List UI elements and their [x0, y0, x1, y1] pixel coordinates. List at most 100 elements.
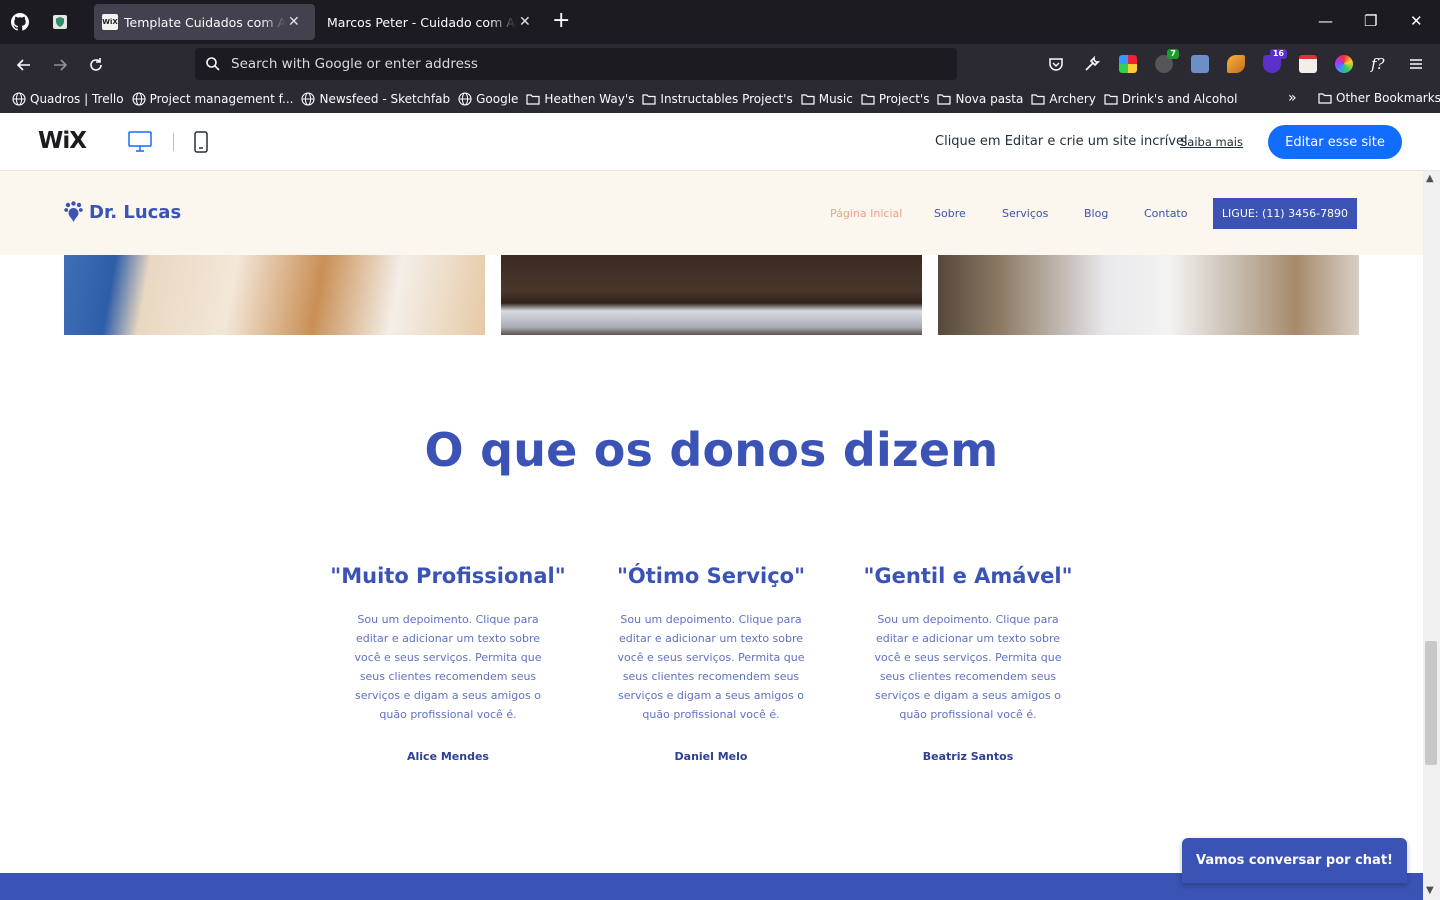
testimonial-card: "Gentil e Amável" Sou um depoimento. Cli…: [838, 564, 1098, 763]
tab-bar: WiX Template Cuidados com Anima ✕ Marcos…: [0, 0, 1440, 44]
forward-arrow-icon[interactable]: [47, 52, 73, 78]
scrollbar[interactable]: [1423, 171, 1440, 900]
color-wheel-icon[interactable]: [1335, 55, 1353, 73]
folder-icon: [1104, 94, 1118, 105]
wix-cta-text: Clique em Editar e crie um site incrível: [935, 134, 1188, 149]
folder-icon: [1318, 93, 1332, 104]
menu-item-about[interactable]: Sobre: [934, 207, 966, 220]
testimonial-quote: "Gentil e Amável": [863, 564, 1073, 588]
close-window-icon[interactable]: ✕: [1410, 12, 1423, 30]
bookmark-item[interactable]: Google: [458, 92, 518, 106]
site-brand[interactable]: Dr. Lucas: [64, 201, 181, 223]
bookmark-label: Heathen Way's: [544, 92, 635, 106]
testimonial-body: Sou um depoimento. Clique para editar e …: [617, 613, 805, 721]
bookmark-item[interactable]: Archery: [1031, 92, 1096, 106]
wrench-icon[interactable]: [1083, 55, 1101, 73]
testimonial-body: Sou um depoimento. Clique para editar e …: [874, 613, 1062, 721]
pet-bed-photo: [501, 255, 922, 335]
shield-extension-icon[interactable]: 16: [1263, 49, 1287, 73]
other-bookmarks-label: Other Bookmarks: [1336, 91, 1440, 105]
edit-site-button[interactable]: Editar esse site: [1268, 125, 1402, 159]
screenshot-extension-icon[interactable]: [1191, 55, 1209, 73]
bookmark-item[interactable]: Quadros | Trello: [12, 92, 124, 106]
bookmark-label: Newsfeed - Sketchfab: [319, 92, 451, 106]
back-arrow-icon[interactable]: [11, 52, 37, 78]
function-icon[interactable]: f?: [1371, 55, 1389, 73]
bookmark-item[interactable]: Nova pasta: [937, 92, 1023, 106]
bookmark-item[interactable]: Project's: [861, 92, 930, 106]
menu-item-services[interactable]: Serviços: [1002, 207, 1048, 220]
testimonials-heading: O que os donos dizem: [424, 423, 999, 477]
testimonial-author: Beatriz Santos: [922, 750, 1014, 763]
folder-icon: [937, 94, 952, 105]
address-bar[interactable]: Search with Google or enter address: [195, 48, 957, 80]
tab-title: Template Cuidados com Anima: [124, 14, 286, 30]
testimonial-author: Alice Mendes: [407, 750, 489, 763]
tab-title: Marcos Peter - Cuidado com Anima: [327, 14, 517, 30]
testimonial-author: Daniel Melo: [674, 750, 748, 763]
menu-item-home[interactable]: Página Inicial: [830, 207, 902, 220]
search-icon: [206, 57, 220, 71]
bookmark-item[interactable]: Newsfeed - Sketchfab: [301, 92, 450, 106]
bookmark-item[interactable]: Music: [801, 92, 853, 106]
testimonial-body: Sou um depoimento. Clique para editar e …: [354, 613, 542, 721]
menu-item-blog[interactable]: Blog: [1084, 207, 1108, 220]
close-tab-icon[interactable]: ✕: [288, 14, 300, 30]
nav-toolbar: Search with Google or enter address 7 16…: [0, 44, 1440, 85]
testimonial-card: "Ótimo Serviço" Sou um depoimento. Cliqu…: [581, 564, 841, 763]
call-button[interactable]: LIGUE: (11) 3456-7890: [1213, 198, 1357, 229]
color-extension-icon[interactable]: [1119, 55, 1137, 73]
bookmark-item[interactable]: Drink's and Alcohol: [1104, 92, 1238, 106]
folder-icon: [526, 94, 541, 105]
scroll-down-arrow-icon[interactable]: ▼: [1426, 885, 1434, 896]
scrollbar-thumb[interactable]: [1425, 641, 1437, 765]
folder-icon: [1031, 94, 1045, 105]
new-tab-icon[interactable]: +: [552, 10, 570, 32]
chat-button[interactable]: Vamos conversar por chat!: [1182, 838, 1407, 883]
bookmark-label: Project's: [878, 92, 930, 106]
tab-active[interactable]: WiX Template Cuidados com Anima ✕: [94, 4, 315, 40]
globe-icon: [458, 92, 472, 106]
wix-favicon-icon: WiX: [102, 14, 118, 30]
tab-inactive[interactable]: Marcos Peter - Cuidado com Anima ✕: [319, 4, 540, 40]
scroll-up-arrow-icon[interactable]: ▲: [1426, 173, 1434, 184]
other-bookmarks[interactable]: Other Bookmarks: [1318, 91, 1440, 105]
close-tab-icon[interactable]: ✕: [519, 14, 531, 30]
bookmark-label: Drink's and Alcohol: [1121, 92, 1238, 106]
view-divider: [173, 133, 174, 151]
bookmark-label: Quadros | Trello: [30, 92, 124, 106]
desktop-view-icon[interactable]: [128, 131, 152, 157]
folder-icon: [642, 94, 657, 105]
dog-photo: [64, 255, 485, 335]
cat-vet-photo: [938, 255, 1359, 335]
menu-item-contact[interactable]: Contato: [1144, 207, 1187, 220]
hamburger-menu-icon[interactable]: [1407, 55, 1425, 73]
pocket-icon[interactable]: [1047, 55, 1065, 73]
mobile-view-icon[interactable]: [194, 131, 208, 157]
bookmark-label: Music: [818, 92, 853, 106]
restore-icon[interactable]: ❐: [1364, 12, 1377, 30]
bookmark-item[interactable]: Heathen Way's: [526, 92, 634, 106]
wix-logo[interactable]: WiX: [38, 128, 87, 154]
shield-pinned-tab-icon[interactable]: [50, 12, 70, 32]
folder-icon: [801, 94, 815, 105]
learn-more-link[interactable]: Saiba mais: [1180, 135, 1243, 149]
bookmark-label: Nova pasta: [955, 92, 1024, 106]
address-placeholder: Search with Google or enter address: [231, 56, 478, 72]
reload-icon[interactable]: [83, 52, 109, 78]
reader-extension-icon[interactable]: 7: [1155, 49, 1179, 73]
chevron-double-right-icon[interactable]: »: [1288, 90, 1297, 106]
globe-icon: [12, 92, 26, 106]
folder-icon: [861, 94, 875, 105]
bookmark-item[interactable]: Project management f...: [132, 92, 294, 106]
testimonial-card: "Muito Profissional" Sou um depoimento. …: [318, 564, 578, 763]
wix-preview-bar: WiX Clique em Editar e crie um site incr…: [0, 113, 1440, 171]
globe-icon: [132, 92, 146, 106]
github-pinned-tab-icon[interactable]: [10, 12, 30, 32]
calendar-extension-icon[interactable]: [1299, 55, 1317, 73]
paint-extension-icon[interactable]: [1227, 55, 1245, 73]
minimize-icon[interactable]: —: [1318, 12, 1333, 30]
bookmark-item[interactable]: Instructables Project's: [642, 92, 793, 106]
bookmark-label: Project management f...: [149, 92, 294, 106]
testimonial-quote: "Muito Profissional": [330, 564, 566, 588]
